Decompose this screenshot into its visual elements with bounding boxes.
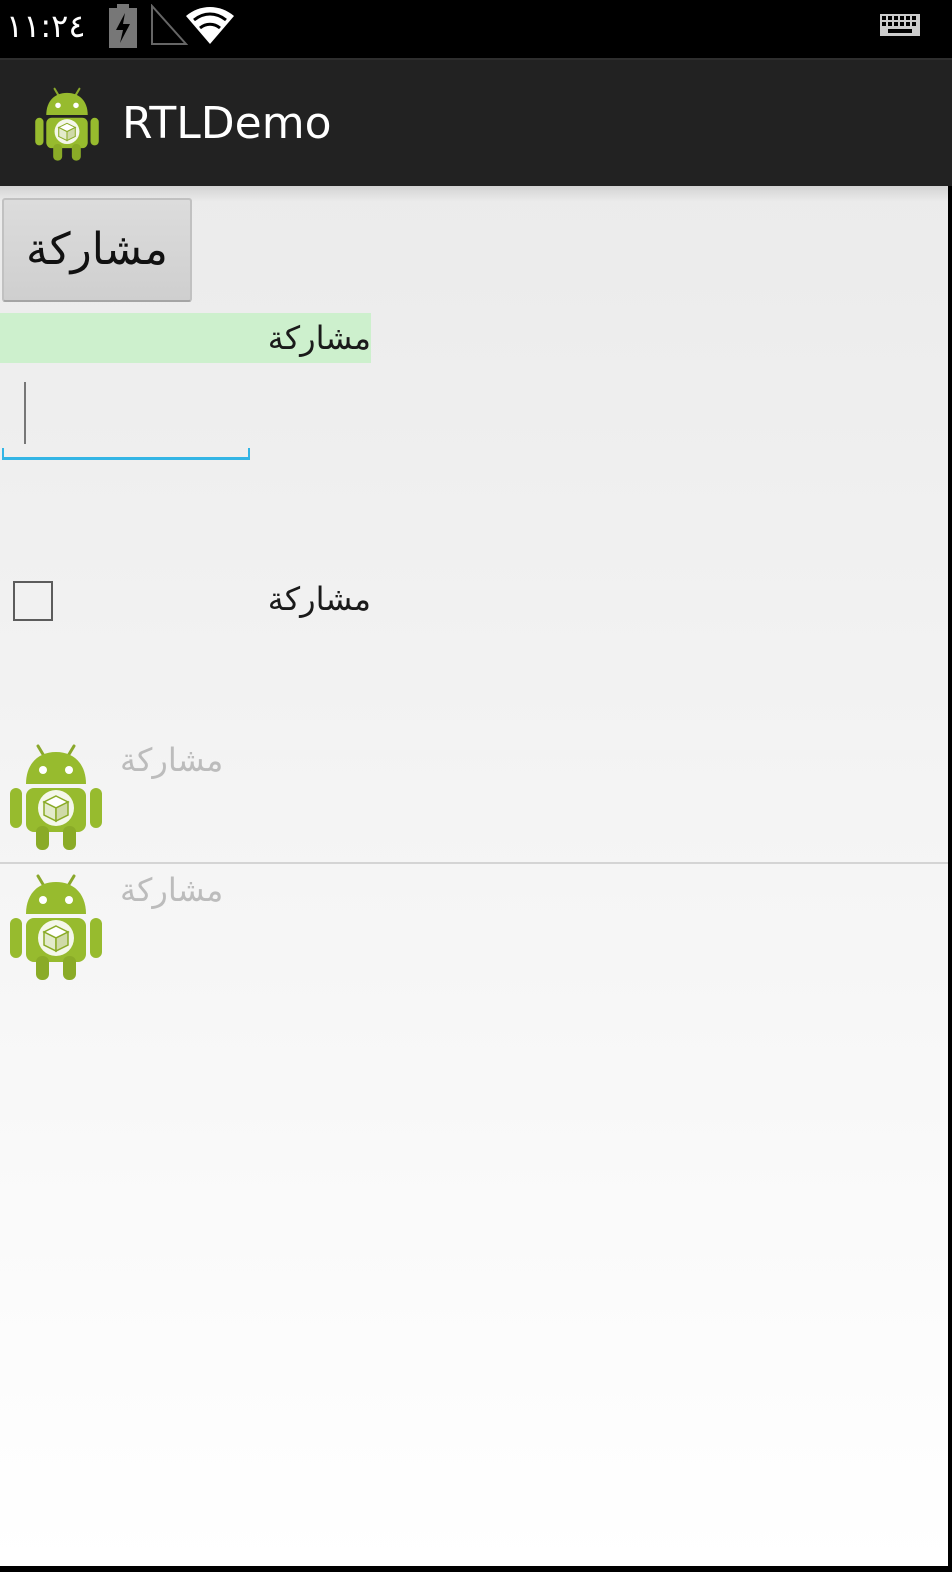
list-item[interactable]: مشاركة [0, 864, 948, 994]
text-field-underline [2, 448, 250, 460]
android-robot-icon[interactable] [32, 86, 102, 162]
battery-charging-icon [109, 4, 137, 48]
share-checkbox-row[interactable]: مشاركة [0, 566, 371, 636]
list-item-label: مشاركة [120, 871, 224, 909]
highlighted-share-text: مشاركة [0, 313, 371, 363]
screen-frame-bottom [0, 1566, 952, 1572]
main-content: مشاركة مشاركة مشاركة مشاركة مشاركة [0, 186, 948, 1566]
share-checkbox[interactable] [13, 581, 53, 621]
app-title: RTLDemo [122, 98, 332, 149]
list-item-label: مشاركة [120, 741, 224, 779]
action-bar: RTLDemo [0, 58, 952, 186]
checkbox-label: مشاركة [267, 580, 371, 618]
status-time: ١١:٢٤ [6, 7, 86, 45]
keyboard-icon [880, 14, 920, 36]
signal-icon [151, 4, 188, 45]
status-bar: ١١:٢٤ [0, 0, 952, 58]
text-cursor [24, 382, 26, 444]
wifi-icon [186, 7, 234, 44]
text-input-field[interactable] [2, 378, 250, 460]
android-robot-icon [8, 872, 104, 982]
share-button[interactable]: مشاركة [2, 198, 192, 302]
list-item[interactable]: مشاركة [0, 734, 948, 864]
screen-frame-right [948, 186, 952, 1572]
android-robot-icon [8, 742, 104, 852]
